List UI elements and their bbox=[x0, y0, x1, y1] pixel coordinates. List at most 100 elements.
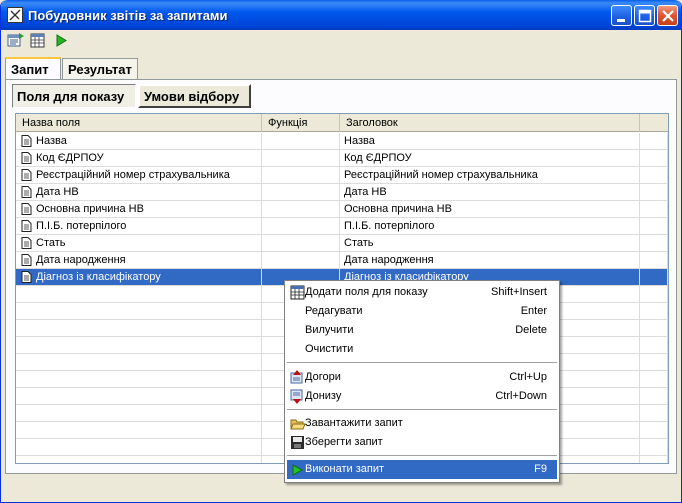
menu-item-run-query[interactable]: Виконати запит F9 bbox=[287, 460, 557, 479]
minimize-button[interactable] bbox=[611, 5, 632, 26]
menu-item-move-down[interactable]: Донизу Ctrl+Down bbox=[287, 387, 557, 406]
cell-text: Дата НВ bbox=[36, 186, 79, 198]
empty-cell bbox=[640, 286, 668, 303]
tab-result[interactable]: Результат bbox=[62, 58, 138, 80]
caption-cell[interactable]: Назва bbox=[340, 133, 640, 150]
caption-cell[interactable]: Основна причина НВ bbox=[340, 201, 640, 218]
table-row[interactable]: Основна причина НВ Основна причина НВ bbox=[16, 201, 668, 218]
fields-to-show-button[interactable]: Поля для показу bbox=[12, 84, 136, 108]
empty-cell bbox=[640, 456, 668, 463]
table-icon[interactable] bbox=[29, 32, 47, 49]
empty-cell bbox=[640, 405, 668, 422]
function-cell[interactable] bbox=[262, 150, 340, 167]
caption-cell[interactable]: Дата НВ bbox=[340, 184, 640, 201]
report-icon[interactable] bbox=[7, 32, 25, 49]
save-disk-icon bbox=[290, 435, 306, 451]
column-header-caption[interactable]: Заголовок bbox=[340, 114, 640, 132]
table-row[interactable]: Код ЄДРПОУ Код ЄДРПОУ bbox=[16, 150, 668, 167]
menu-separator bbox=[287, 455, 557, 456]
close-button[interactable] bbox=[657, 5, 678, 26]
table-row[interactable]: П.І.Б. потерпілого П.І.Б. потерпілого bbox=[16, 218, 668, 235]
field-name-cell[interactable]: П.І.Б. потерпілого bbox=[16, 218, 262, 235]
table-row[interactable]: Назва Назва bbox=[16, 133, 668, 150]
caption-cell[interactable]: Дата народження bbox=[340, 252, 640, 269]
caption-cell[interactable]: Код ЄДРПОУ bbox=[340, 150, 640, 167]
function-cell[interactable] bbox=[262, 235, 340, 252]
menu-item-move-up[interactable]: Догори Ctrl+Up bbox=[287, 368, 557, 387]
selection-conditions-button[interactable]: Умови відбору bbox=[138, 84, 251, 108]
caption-cell[interactable]: Реєстраційний номер страхувальника bbox=[340, 167, 640, 184]
empty-cell bbox=[16, 388, 262, 405]
menu-item-add-fields[interactable]: Додати поля для показу Shift+Insert bbox=[287, 283, 557, 302]
empty-cell bbox=[16, 439, 262, 456]
menu-item-save-query[interactable]: Зберегти запит bbox=[287, 433, 557, 452]
function-cell[interactable] bbox=[262, 133, 340, 150]
function-cell[interactable] bbox=[262, 252, 340, 269]
document-icon bbox=[21, 237, 32, 251]
empty-cell bbox=[16, 286, 262, 303]
table-row[interactable]: Реєстраційний номер страхувальника Реєстр… bbox=[16, 167, 668, 184]
empty-cell bbox=[640, 422, 668, 439]
field-name-cell[interactable]: Назва bbox=[16, 133, 262, 150]
document-icon bbox=[21, 220, 32, 234]
field-name-cell[interactable]: Основна причина НВ bbox=[16, 201, 262, 218]
menu-item-label: Зберегти запит bbox=[305, 436, 383, 448]
cell-text: Реєстраційний номер страхувальника bbox=[344, 169, 538, 181]
cell-text: Діагноз із класифікатору bbox=[36, 271, 161, 283]
menu-item-clear[interactable]: Очистити bbox=[287, 340, 557, 359]
filler-cell bbox=[640, 235, 668, 252]
context-menu: Додати поля для показу Shift+Insert Реда… bbox=[284, 280, 560, 483]
filler-cell bbox=[640, 252, 668, 269]
empty-cell bbox=[640, 439, 668, 456]
column-header-function[interactable]: Функція bbox=[262, 114, 340, 132]
function-cell[interactable] bbox=[262, 167, 340, 184]
function-cell[interactable] bbox=[262, 218, 340, 235]
function-cell[interactable] bbox=[262, 184, 340, 201]
menu-item-load-query[interactable]: Завантажити запит bbox=[287, 414, 557, 433]
empty-cell bbox=[640, 388, 668, 405]
caption-cell[interactable]: П.І.Б. потерпілого bbox=[340, 218, 640, 235]
field-name-cell[interactable]: Стать bbox=[16, 235, 262, 252]
menu-item-shortcut: Ctrl+Down bbox=[495, 390, 547, 402]
function-cell[interactable] bbox=[262, 201, 340, 218]
menu-item-edit[interactable]: Редагувати Enter bbox=[287, 302, 557, 321]
document-icon bbox=[21, 135, 32, 149]
run-icon[interactable] bbox=[53, 32, 71, 49]
cell-text: Назва bbox=[36, 135, 67, 147]
menu-item-shortcut: F9 bbox=[534, 463, 547, 475]
maximize-icon bbox=[638, 9, 652, 23]
field-name-cell[interactable]: Реєстраційний номер страхувальника bbox=[16, 167, 262, 184]
table-row[interactable]: Дата народження Дата народження bbox=[16, 252, 668, 269]
cell-text: Дата народження bbox=[344, 254, 434, 266]
run-icon bbox=[290, 462, 306, 478]
field-name-cell[interactable]: Дата народження bbox=[16, 252, 262, 269]
document-icon bbox=[21, 169, 32, 183]
title-bar[interactable]: Побудовник звітів за запитами bbox=[1, 0, 681, 30]
menu-separator bbox=[287, 362, 557, 363]
empty-cell bbox=[16, 303, 262, 320]
menu-item-delete[interactable]: Вилучити Delete bbox=[287, 321, 557, 340]
tab-query[interactable]: Запит bbox=[5, 57, 61, 79]
table-row[interactable]: Стать Стать bbox=[16, 235, 668, 252]
menu-item-label: Завантажити запит bbox=[305, 417, 403, 429]
move-down-icon bbox=[290, 389, 306, 405]
maximize-button[interactable] bbox=[634, 5, 655, 26]
field-name-cell[interactable]: Код ЄДРПОУ bbox=[16, 150, 262, 167]
field-name-cell[interactable]: Дата НВ bbox=[16, 184, 262, 201]
table-row[interactable]: Дата НВ Дата НВ bbox=[16, 184, 668, 201]
cell-text: Код ЄДРПОУ bbox=[36, 152, 104, 164]
column-header-field-name[interactable]: Назва поля bbox=[16, 114, 262, 132]
grid-header: Назва поля Функція Заголовок bbox=[16, 114, 668, 132]
minimize-icon bbox=[617, 19, 625, 22]
caption-cell[interactable]: Стать bbox=[340, 235, 640, 252]
empty-cell bbox=[16, 422, 262, 439]
empty-cell bbox=[16, 354, 262, 371]
empty-cell bbox=[640, 320, 668, 337]
filler-cell bbox=[640, 269, 668, 286]
menu-item-label: Редагувати bbox=[305, 305, 363, 317]
cell-text: Код ЄДРПОУ bbox=[344, 152, 412, 164]
menu-item-shortcut: Ctrl+Up bbox=[509, 371, 547, 383]
field-name-cell[interactable]: Діагноз із класифікатору bbox=[16, 269, 262, 286]
empty-cell bbox=[16, 405, 262, 422]
menu-item-shortcut: Shift+Insert bbox=[491, 286, 547, 298]
